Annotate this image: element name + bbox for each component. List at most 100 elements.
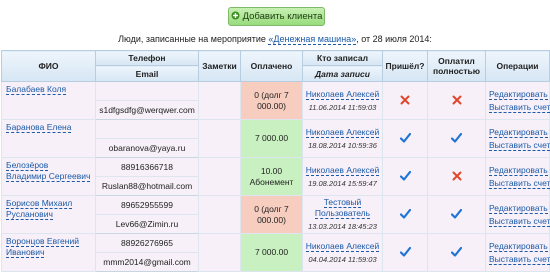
phone-cell: 89652955599 xyxy=(95,195,199,215)
email-cell: mmm2014@gmail.com xyxy=(95,252,199,272)
invoice-link[interactable]: Выставить счет xyxy=(489,101,550,113)
paid-full-cell[interactable] xyxy=(427,157,486,196)
check-icon xyxy=(451,246,462,259)
notes-cell xyxy=(198,233,241,272)
invoice-link[interactable]: Выставить счет xyxy=(489,177,550,189)
paid-full-cell[interactable] xyxy=(427,119,486,158)
cross-icon xyxy=(400,95,410,107)
col-header-date: Дата записи xyxy=(302,65,383,82)
table-row: Борисов Михаил Русланович 89652955599 0 (д… xyxy=(1,195,550,234)
client-name-cell: Балабаев Коля xyxy=(1,81,96,120)
client-name-cell: Баранова Елена xyxy=(1,119,96,158)
client-name-link[interactable]: Борисов Михаил Русланович xyxy=(6,198,73,220)
edit-link[interactable]: Редактировать xyxy=(489,126,548,138)
registration-date: 11.06.2014 11:59:03 xyxy=(308,102,377,112)
phone-cell xyxy=(95,119,199,139)
notes-cell xyxy=(198,119,241,158)
client-name-link[interactable]: Белозёров Владимир Сергеевич xyxy=(6,160,91,182)
registrar-link[interactable]: Тестовый Пользователь xyxy=(314,197,371,219)
client-name-link[interactable]: Балабаев Коля xyxy=(6,84,67,95)
email-cell: Ruslan88@hotmail.com xyxy=(95,176,199,196)
check-icon xyxy=(399,246,411,259)
paid-cell: 7 000.00 xyxy=(240,119,303,158)
table-row: Белозёров Владимир Сергеевич 88916366718 1… xyxy=(1,157,550,196)
col-header-came: Пришёл? xyxy=(382,50,428,82)
came-cell[interactable] xyxy=(382,195,428,234)
operations-cell: Редактировать Выставить счет xyxy=(485,119,550,158)
who-cell: Николаев Алексей 11.06.2014 11:59:03 xyxy=(302,81,383,120)
table-row: Балабаев Коля 0 (долг 7 000.00) Николаев А… xyxy=(1,81,550,120)
email-cell: obaranova@yaya.ru xyxy=(95,138,199,158)
registrar-link[interactable]: Николаев Алексей xyxy=(305,164,380,176)
registrar-link[interactable]: Николаев Алексей xyxy=(305,126,380,138)
invoice-link[interactable]: Выставить счет xyxy=(489,215,550,227)
edit-link[interactable]: Редактировать xyxy=(489,240,548,252)
invoice-link[interactable]: Выставить счет xyxy=(489,253,550,265)
notes-cell xyxy=(198,157,241,196)
toolbar: Добавить клиента xyxy=(0,0,550,30)
registration-date: 19.08.2014 15:59:47 xyxy=(308,178,377,188)
operations-cell: Редактировать Выставить счет xyxy=(485,157,550,196)
notes-cell xyxy=(198,195,241,234)
client-name-cell: Белозёров Владимир Сергеевич xyxy=(1,157,96,196)
paid-cell: 0 (долг 7 000.00) xyxy=(240,195,303,234)
operations-cell: Редактировать Выставить счет xyxy=(485,233,550,272)
came-cell[interactable] xyxy=(382,157,428,196)
registration-date: 18.08.2014 10:59:36 xyxy=(308,140,377,150)
paid-full-cell[interactable] xyxy=(427,195,486,234)
check-icon xyxy=(451,208,462,221)
col-header-email: Email xyxy=(95,65,199,82)
email-cell: Lev66@Zimin.ru xyxy=(95,214,199,234)
invoice-link[interactable]: Выставить счет xyxy=(489,139,550,151)
who-cell: Тестовый Пользователь 13.03.2014 18:45:23 xyxy=(302,195,383,234)
who-cell: Николаев Алексей 04.04.2014 11:59:03 xyxy=(302,233,383,272)
check-icon xyxy=(399,132,411,145)
registrar-link[interactable]: Николаев Алексей xyxy=(305,88,380,100)
add-client-icon xyxy=(231,9,240,20)
notes-cell xyxy=(198,81,241,120)
paid-cell: 0 (долг 7 000.00) xyxy=(240,81,303,120)
came-cell[interactable] xyxy=(382,81,428,120)
add-client-label: Добавить клиента xyxy=(242,11,323,22)
client-name-cell: Воронцов Евгений Иванович xyxy=(1,233,96,272)
paid-full-cell[interactable] xyxy=(427,81,486,120)
col-header-fio: ФИО xyxy=(1,50,96,82)
col-header-ops: Операции xyxy=(485,50,550,82)
operations-cell: Редактировать Выставить счет xyxy=(485,81,550,120)
who-cell: Николаев Алексей 19.08.2014 15:59:47 xyxy=(302,157,383,196)
client-name-link[interactable]: Баранова Елена xyxy=(6,122,72,133)
check-icon xyxy=(451,132,462,145)
came-cell[interactable] xyxy=(382,119,428,158)
phone-cell xyxy=(95,81,199,101)
table-row: Баранова Елена 7 000.00 Николаев Алексей 18… xyxy=(1,119,550,158)
edit-link[interactable]: Редактировать xyxy=(489,88,548,100)
participants-table: ФИО Телефон Заметки Оплачено Кто записал… xyxy=(1,50,550,272)
check-icon xyxy=(399,208,411,221)
came-cell[interactable] xyxy=(382,233,428,272)
col-header-paid-full: Оплатил полностью xyxy=(427,50,486,82)
paid-cell: 10.00 Абонемент xyxy=(240,157,303,196)
who-cell: Николаев Алексей 18.08.2014 10:59:36 xyxy=(302,119,383,158)
registration-date: 13.03.2014 18:45:23 xyxy=(308,222,377,231)
operations-cell: Редактировать Выставить счет xyxy=(485,195,550,234)
registration-date: 04.04.2014 11:59:03 xyxy=(308,254,377,264)
phone-cell: 88916366718 xyxy=(95,157,199,177)
caption-suffix: , от 28 июля 2014: xyxy=(356,34,432,44)
add-client-button[interactable]: Добавить клиента xyxy=(228,7,325,26)
edit-link[interactable]: Редактировать xyxy=(489,164,548,176)
registrar-link[interactable]: Николаев Алексей xyxy=(305,240,380,252)
col-header-phone: Телефон xyxy=(95,50,199,66)
event-caption: Люди, записанные на мероприятие «Денежна… xyxy=(0,34,550,45)
paid-cell: 7 000.00 xyxy=(240,233,303,272)
client-name-cell: Борисов Михаил Русланович xyxy=(1,195,96,234)
client-name-link[interactable]: Воронцов Евгений Иванович xyxy=(6,236,79,258)
col-header-notes: Заметки xyxy=(198,50,241,82)
email-cell: s1dfgsdfg@werqwer.com xyxy=(95,100,199,120)
paid-full-cell[interactable] xyxy=(427,233,486,272)
table-row: Воронцов Евгений Иванович 88926276965 7 00… xyxy=(1,233,550,272)
cross-icon xyxy=(452,171,462,183)
edit-link[interactable]: Редактировать xyxy=(489,202,548,214)
phone-cell: 88926276965 xyxy=(95,233,199,253)
event-link[interactable]: «Денежная машина» xyxy=(268,34,357,45)
cross-icon xyxy=(452,95,462,107)
